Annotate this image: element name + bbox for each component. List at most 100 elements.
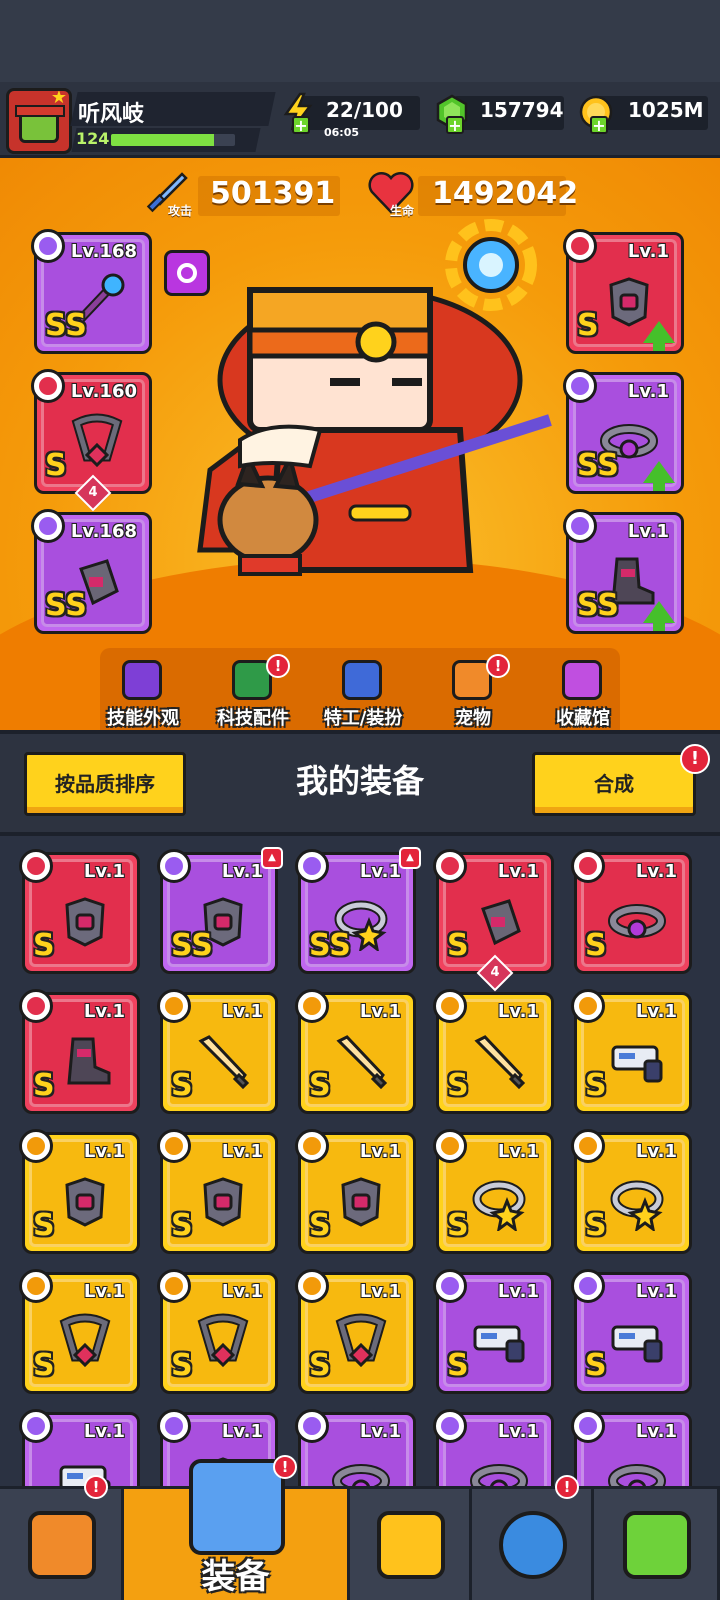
chain-necklace-icon — [197, 1313, 249, 1368]
inventory-item[interactable]: Lv.1 S — [571, 1269, 692, 1394]
armor-icon — [65, 1177, 105, 1227]
inventory-item[interactable]: Lv.1 — [571, 1409, 692, 1486]
nav-shop[interactable]: ! — [0, 1475, 124, 1600]
chain-necklace-icon — [335, 1313, 387, 1368]
necklace-type-badge — [157, 1269, 191, 1303]
slot-level: Lv.1 — [83, 1001, 125, 1022]
inventory-item[interactable]: Lv.1 SS ▲ — [295, 847, 421, 974]
inventory-item[interactable]: Lv.1 S — [433, 1129, 554, 1254]
inventory-item[interactable]: Lv.1 S — [19, 1269, 140, 1394]
inventory-item[interactable]: Lv.1 S — [19, 1129, 140, 1254]
slot-grade: S — [33, 1068, 55, 1103]
inventory-item[interactable]: Lv.1 S — [157, 989, 278, 1114]
inventory-item[interactable]: Lv.1 — [433, 1409, 554, 1486]
weapon-type-badge — [19, 1409, 53, 1443]
battle-star-icon — [377, 1511, 445, 1579]
hero-tab-label: 收藏馆 — [556, 708, 610, 729]
hero-tab-tech-chip[interactable]: 科技配件! — [198, 654, 308, 730]
equipped-slot-weapon[interactable]: Lv.168 SS — [31, 229, 152, 354]
slot-level: Lv.1 — [627, 381, 669, 402]
new-item-corner-icon: ▲ — [399, 847, 421, 869]
player-name: 听风岐 — [78, 102, 145, 127]
slot-level: Lv.1 — [627, 521, 669, 542]
hero-character — [197, 287, 552, 576]
slot-grade: S — [585, 1208, 607, 1243]
slot-level: Lv.1 — [221, 1141, 263, 1162]
alert-badge: ! — [486, 654, 510, 678]
belt-type-badge — [433, 1409, 467, 1443]
inventory-item[interactable]: Lv.1 S — [295, 989, 416, 1114]
hero-tab-shiba-pet[interactable]: 宠物! — [418, 654, 528, 730]
sort-by-quality-button[interactable]: 按品质排序 — [24, 752, 186, 816]
gene-tube-icon — [623, 1511, 691, 1579]
inventory-item[interactable]: Lv.1 S — [571, 849, 692, 974]
equipped-slot-glove[interactable]: Lv.168 SS — [31, 509, 152, 634]
energy-add-icon[interactable]: + — [292, 116, 310, 134]
glove-type-badge — [433, 849, 467, 883]
avatar[interactable]: ★ — [6, 88, 72, 154]
glowing-orb-icon — [445, 219, 537, 311]
inventory-item[interactable]: Lv.1 S — [295, 1269, 416, 1394]
nav-battle-star[interactable] — [350, 1489, 472, 1600]
slot-grade: SS — [577, 588, 619, 623]
slot-grade: S — [171, 1348, 193, 1383]
inventory-item[interactable]: Lv.1 S — [157, 1269, 278, 1394]
merge-button[interactable]: 合成 — [532, 752, 696, 816]
hero-tab-label: 特工/装扮 — [323, 708, 403, 729]
belt-icon — [332, 1464, 390, 1486]
gems-value: 157794 — [480, 98, 564, 122]
weapon-type-badge — [31, 229, 65, 263]
gems-add-icon[interactable]: + — [446, 116, 464, 134]
necklace-type-badge — [571, 1129, 605, 1163]
equipped-slot-boots[interactable]: Lv.1 SS — [563, 509, 684, 634]
inventory-item[interactable]: Lv.1 S — [433, 1269, 554, 1394]
slot-grade: S — [33, 928, 55, 963]
inventory-item[interactable]: Lv.1 SS ▲ — [157, 847, 283, 974]
nav-gene-tube[interactable] — [594, 1489, 720, 1600]
equipped-slot-belt[interactable]: Lv.1 SS — [563, 369, 684, 494]
inventory-item[interactable]: Lv.1 S — [571, 1129, 692, 1254]
belt-type-badge — [571, 849, 605, 883]
slot-grade: S — [585, 928, 607, 963]
equipped-slot-armor[interactable]: Lv.1 S — [563, 229, 684, 354]
slot-level: Lv.1 — [635, 1281, 677, 1302]
boots-type-badge — [563, 509, 597, 543]
coins-add-icon[interactable]: + — [590, 116, 608, 134]
hat-icon — [122, 660, 162, 700]
slot-level: Lv.1 — [497, 1141, 539, 1162]
weapon-type-badge — [295, 989, 329, 1023]
hero-tab-label: 科技配件 — [217, 708, 289, 729]
shop-icon — [28, 1511, 96, 1579]
inventory-item[interactable]: Lv.1 S — [19, 989, 140, 1114]
alert-badge: ! — [555, 1475, 579, 1499]
slot-grade: S — [33, 1348, 55, 1383]
inventory-item[interactable]: Lv.1 S — [157, 1129, 278, 1254]
boots-type-badge — [19, 989, 53, 1023]
hero-tab-treasure-chest[interactable]: 收藏馆 — [528, 660, 638, 730]
slot-level: Lv.1 — [497, 1001, 539, 1022]
attack-label: 攻击 — [168, 204, 193, 218]
inventory-item[interactable]: Lv.1 S — [19, 849, 140, 974]
hero-tab-hat[interactable]: 技能外观 — [88, 660, 198, 730]
belt-type-badge — [571, 1409, 605, 1443]
armor-type-badge — [157, 1409, 191, 1443]
slot-level: Lv.1 — [359, 1141, 401, 1162]
slot-grade: S — [309, 1208, 331, 1243]
blaster-icon — [611, 1325, 663, 1363]
slot-grade: S — [447, 928, 469, 963]
chain-necklace-icon — [59, 1313, 111, 1368]
inventory-item[interactable]: Lv.1 S — [571, 989, 692, 1114]
item-count-value: 4 — [88, 485, 98, 500]
xp-bar — [111, 134, 235, 146]
slot-level: Lv.1 — [359, 861, 401, 882]
inventory-item[interactable]: Lv.1 — [19, 1409, 140, 1486]
slot-level: Lv.1 — [221, 1421, 263, 1442]
inventory-item[interactable]: Lv.1 S — [433, 989, 554, 1114]
inventory-item[interactable]: Lv.1 — [295, 1409, 416, 1486]
nav-planet[interactable]: ! — [472, 1475, 594, 1600]
hero-tab-agent[interactable]: 特工/装扮 — [308, 660, 418, 730]
nav-equipment[interactable]: 装备! — [124, 1455, 350, 1600]
item-count-value: 4 — [490, 965, 500, 980]
inventory-item[interactable]: Lv.1 S — [295, 1129, 416, 1254]
status-bar — [0, 0, 720, 82]
